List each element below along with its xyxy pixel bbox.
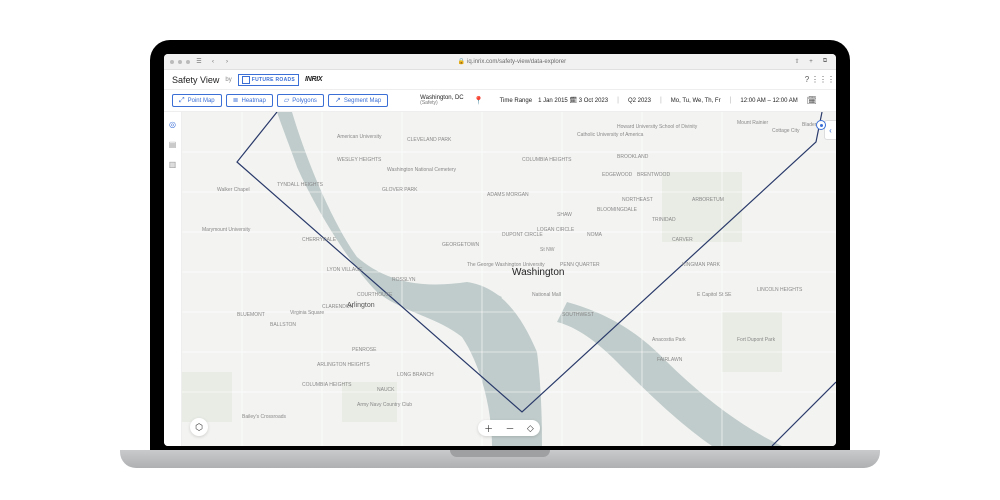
location-selector[interactable]: Washington, DC (Safety) xyxy=(420,95,463,106)
view-mode-polygons[interactable]: ▱Polygons xyxy=(277,94,324,107)
laptop-frame: ☰ ‹ › 🔒 iq.inrix.com/safety-view/data-ex… xyxy=(150,40,850,480)
window-dot xyxy=(186,60,190,64)
zoom-control: ＋ － ◇ xyxy=(478,420,540,436)
view-mode-label: Point Map xyxy=(188,98,215,104)
page-title: Safety View xyxy=(172,75,219,85)
left-rail: ◎ ▤ ▥ xyxy=(164,112,182,446)
brand-future-roads: FUTURE ROADS xyxy=(238,74,299,86)
calendar-icon: 🗓 xyxy=(569,98,577,104)
target-icon[interactable]: ◎ xyxy=(167,118,179,130)
map-canvas[interactable]: Cottage CityBladensburgMount RainierGEOR… xyxy=(182,112,836,446)
address-bar[interactable]: 🔒 iq.inrix.com/safety-view/data-explorer xyxy=(236,58,788,65)
brand-inrix: INRIX xyxy=(305,76,322,83)
recenter-icon[interactable] xyxy=(816,120,826,130)
zoom-in-button[interactable]: ＋ xyxy=(480,422,497,435)
map-svg xyxy=(182,112,836,446)
app-header: Safety View by FUTURE ROADS INRIX ? ⋮⋮⋮ xyxy=(164,70,836,90)
point-map-icon: ⤢ xyxy=(179,97,185,104)
zoom-out-button[interactable]: － xyxy=(502,422,519,435)
view-mode-group: ⤢Point Map ≣Heatmap ▱Polygons ↗Segment Map xyxy=(172,94,388,107)
polygons-icon: ▱ xyxy=(284,97,289,104)
new-tab-icon[interactable]: + xyxy=(806,57,816,67)
share-icon[interactable]: ⇧ xyxy=(792,57,802,67)
view-mode-point-map[interactable]: ⤢Point Map xyxy=(172,94,222,107)
toolbar: ⤢Point Map≣Heatmap▱Polygons↗Segment Map … xyxy=(164,90,836,112)
main-area: ◎ ▤ ▥ xyxy=(164,112,836,446)
time-range-label: Time Range xyxy=(500,98,532,104)
view-mode-label: Segment Map xyxy=(344,98,381,104)
view-mode-segment-map[interactable]: ↗Segment Map xyxy=(328,94,388,107)
url-text: iq.inrix.com/safety-view/data-explorer xyxy=(467,59,566,65)
screen-bezel: ☰ ‹ › 🔒 iq.inrix.com/safety-view/data-ex… xyxy=(150,40,850,450)
view-mode-heatmap[interactable]: ≣Heatmap xyxy=(226,94,273,107)
laptop-base xyxy=(120,450,880,468)
screen: ☰ ‹ › 🔒 iq.inrix.com/safety-view/data-ex… xyxy=(164,54,836,446)
by-label: by xyxy=(225,77,231,83)
lock-icon: 🔒 xyxy=(458,59,465,65)
chart-icon[interactable]: ▥ xyxy=(167,158,179,170)
hours-selector[interactable]: 12:00 AM – 12:00 AM xyxy=(740,98,797,104)
location-sub: (Safety) xyxy=(420,101,463,106)
quarter-selector[interactable]: Q2 2023 xyxy=(628,98,651,104)
view-mode-label: Polygons xyxy=(292,98,317,104)
segment-map-icon: ↗ xyxy=(335,97,341,104)
forward-icon[interactable]: › xyxy=(222,57,232,67)
calendar-icon[interactable]: 🗓 xyxy=(807,96,817,105)
date-range[interactable]: 1 Jan 2015 🗓 3 Oct 2023 xyxy=(538,97,608,104)
browser-chrome: ☰ ‹ › 🔒 iq.inrix.com/safety-view/data-ex… xyxy=(164,54,836,70)
days-selector[interactable]: Mo, Tu, We, Th, Fr xyxy=(671,98,721,104)
window-dot xyxy=(170,60,174,64)
sidebar-toggle-icon[interactable]: ☰ xyxy=(194,57,204,67)
tabs-icon[interactable]: ⧉ xyxy=(820,57,830,67)
window-dot xyxy=(178,60,182,64)
location-pin-icon[interactable]: 📍 xyxy=(474,96,484,105)
layers-icon[interactable]: ⬡ xyxy=(190,418,208,436)
heatmap-icon: ≣ xyxy=(233,97,239,104)
back-icon[interactable]: ‹ xyxy=(208,57,218,67)
zoom-reset-button[interactable]: ◇ xyxy=(523,423,538,434)
view-mode-label: Heatmap xyxy=(242,98,266,104)
filter-icon[interactable]: ▤ xyxy=(167,138,179,150)
apps-grid-icon[interactable]: ⋮⋮⋮ xyxy=(818,75,828,85)
